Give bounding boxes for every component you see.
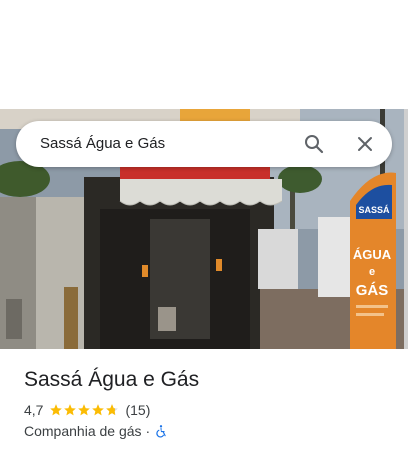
category-row: Companhia de gás · <box>24 421 168 441</box>
sign-logo-text: SASSÁ <box>358 205 390 215</box>
sign-text-line-2: e <box>369 266 375 278</box>
star-icon <box>64 404 77 416</box>
star-rating <box>49 403 119 417</box>
rating-value: 4,7 <box>24 402 44 418</box>
star-icon <box>92 404 105 416</box>
sign-text-line-1: ÁGUA <box>353 247 392 262</box>
star-icon <box>78 404 91 416</box>
place-title: Sassá Água e Gás <box>24 368 200 391</box>
place-category: Companhia de gás <box>24 423 142 439</box>
review-count[interactable]: (15) <box>125 402 150 418</box>
search-input[interactable]: Sassá Água e Gás <box>40 134 165 154</box>
star-icon <box>50 404 63 416</box>
separator-dot: · <box>145 423 151 439</box>
search-box[interactable]: Sassá Água e Gás <box>16 121 392 167</box>
star-half-icon <box>106 404 119 416</box>
search-icon[interactable] <box>302 132 326 156</box>
scrollbar[interactable] <box>404 109 408 349</box>
rating-row[interactable]: 4,7 (15) <box>24 400 150 420</box>
maps-place-panel: SASSÁ ÁGUA e GÁS Sassá Água e Gás Sassá … <box>0 0 408 458</box>
wheelchair-icon <box>156 425 166 438</box>
close-icon[interactable] <box>353 132 377 156</box>
sign-text-line-3: GÁS <box>356 282 389 299</box>
